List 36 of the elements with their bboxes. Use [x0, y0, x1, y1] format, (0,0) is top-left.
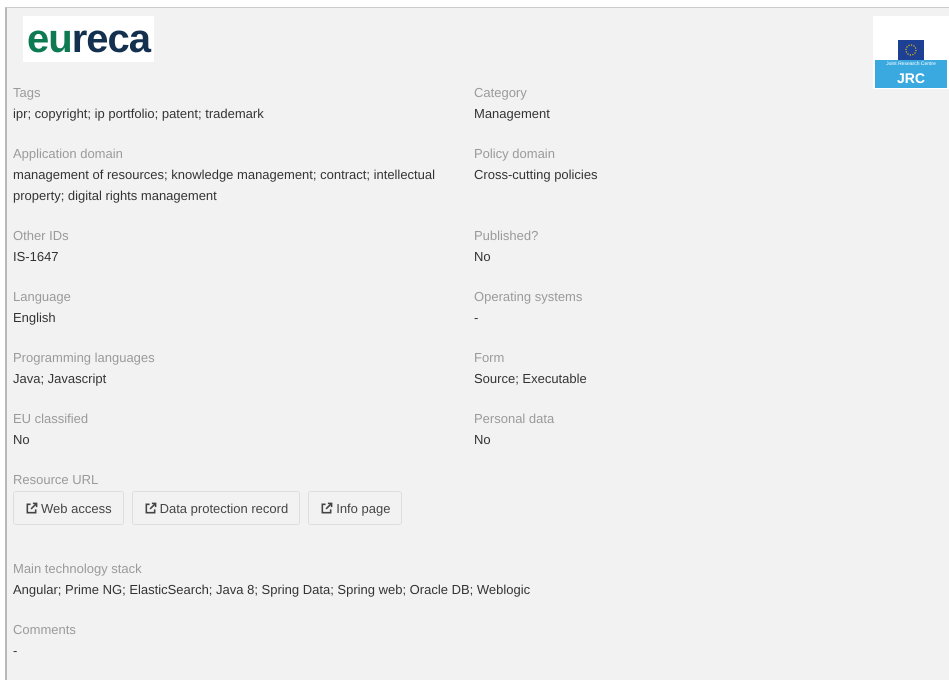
- field-label: Main technology stack: [13, 560, 143, 578]
- field-label: Comments: [13, 621, 77, 639]
- field-value: -: [474, 309, 480, 327]
- link-button[interactable]: Data protection record: [132, 491, 300, 525]
- external-link-icon: [144, 502, 157, 514]
- field-value: No: [474, 248, 492, 266]
- field-value: IS-1647: [13, 248, 60, 266]
- field-label: Language: [13, 288, 72, 306]
- external-link-icon: [320, 502, 334, 514]
- field-label: Category: [474, 84, 528, 102]
- field-value: Management: [474, 105, 551, 123]
- field-label: Tags: [13, 84, 42, 102]
- field-label: Form: [474, 349, 506, 367]
- field-label: Resource URL: [13, 471, 100, 489]
- field-value: English: [13, 309, 57, 327]
- field-value: No: [13, 431, 31, 449]
- field-label: Programming languages: [13, 349, 156, 367]
- field-value: No: [474, 431, 492, 449]
- field-value: management of resources; knowledge management; contract; intellectual property; digital rights management: [13, 166, 436, 205]
- field-label: Personal data: [474, 410, 556, 428]
- link-button[interactable]: Web access: [13, 491, 124, 525]
- field-value: Java; Javascript: [13, 370, 108, 388]
- field-label: Application domain: [13, 145, 124, 163]
- field-label: Policy domain: [474, 145, 556, 163]
- field-label: Published?: [474, 227, 540, 245]
- link-button[interactable]: Info page: [308, 491, 402, 525]
- field-value: ipr; copyright; ip portfolio; patent; trademark: [13, 105, 265, 123]
- field-value: Angular; Prime NG; ElasticSearch; Java 8; Spring Data; Spring web; Oracle DB; Weblogic: [13, 581, 532, 599]
- field-label: Operating systems: [474, 288, 584, 306]
- field-label: EU classified: [13, 410, 90, 428]
- field-value: Cross-cutting policies: [474, 166, 599, 184]
- field-value: Source; Executable: [474, 370, 588, 388]
- field-value: -: [13, 642, 18, 660]
- field-label: Other IDs: [13, 227, 70, 245]
- external-link-icon: [25, 502, 38, 514]
- eureca-logo: eureca: [23, 16, 154, 62]
